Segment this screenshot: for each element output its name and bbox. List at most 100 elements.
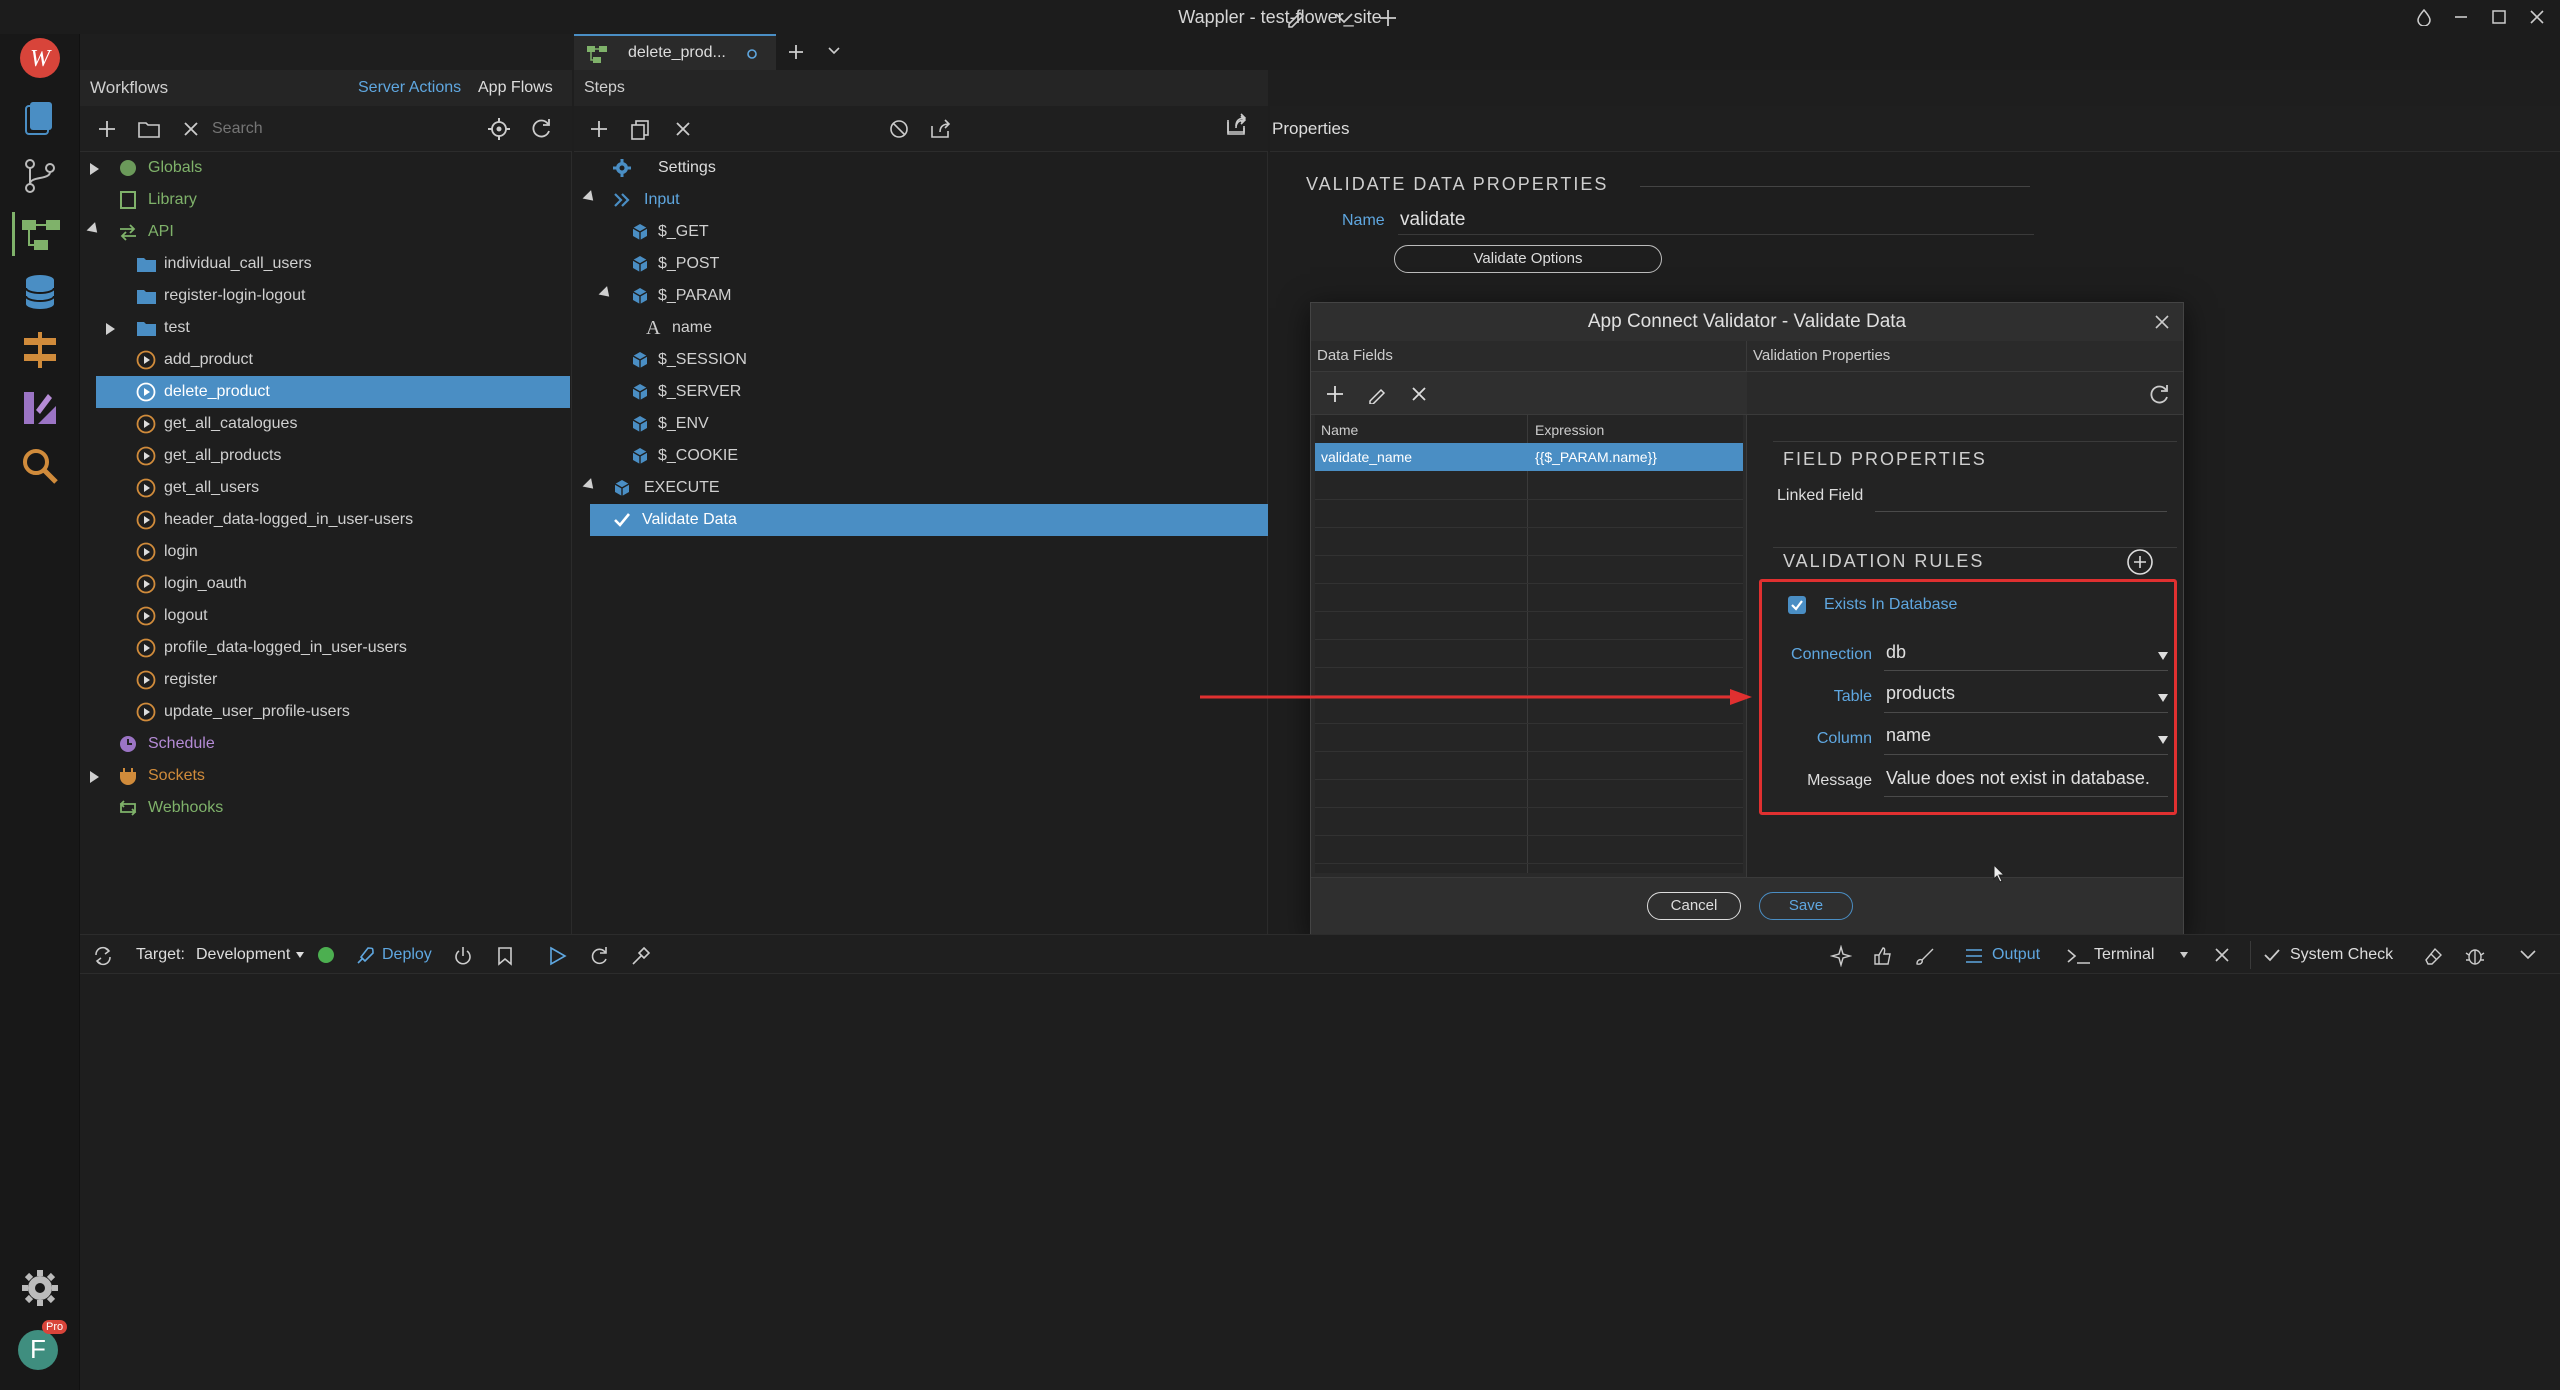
power-icon[interactable]	[452, 945, 474, 967]
edit-icon[interactable]	[1367, 384, 1387, 404]
ai-sparkle-icon[interactable]	[1830, 945, 1852, 967]
tree-item-folder[interactable]: register-login-logout	[80, 280, 572, 312]
close-icon[interactable]	[2153, 313, 2171, 331]
step-input[interactable]: Input	[574, 184, 1268, 216]
routing-icon[interactable]	[18, 328, 62, 372]
export-icon[interactable]	[926, 114, 956, 144]
step-get[interactable]: $_GET	[574, 216, 1268, 248]
step-session[interactable]: $_SESSION	[574, 344, 1268, 376]
search-icon[interactable]	[18, 444, 62, 488]
chevron-down-icon[interactable]	[1334, 10, 1354, 26]
design-icon[interactable]	[18, 386, 62, 430]
tree-item-action[interactable]: register	[80, 664, 572, 696]
connection-select[interactable]: db	[1886, 642, 1906, 663]
row-name-cell[interactable]: validate_name	[1317, 443, 1523, 471]
list-icon[interactable]	[1964, 947, 1984, 965]
add-icon[interactable]	[1378, 8, 1398, 28]
save-button[interactable]: Save	[1759, 892, 1853, 920]
refresh-icon[interactable]	[2147, 382, 2171, 406]
check-icon[interactable]	[2262, 945, 2282, 965]
dropdown-caret-icon[interactable]	[2180, 952, 2188, 958]
step-param-name[interactable]: Aname	[574, 312, 1268, 344]
tree-item-folder[interactable]: test	[80, 312, 572, 344]
delete-field-icon[interactable]	[1409, 384, 1429, 404]
tree-item-action[interactable]: get_all_products	[80, 440, 572, 472]
chevron-down-icon[interactable]	[2518, 947, 2538, 963]
sync-icon[interactable]	[92, 945, 114, 967]
dropdown-caret-icon[interactable]	[2158, 736, 2168, 744]
eraser-icon[interactable]	[2422, 945, 2444, 967]
dropdown-caret-icon[interactable]	[296, 952, 304, 958]
step-param[interactable]: $_PARAM	[574, 280, 1268, 312]
name-field[interactable]: validate	[1400, 209, 1466, 231]
new-folder-icon[interactable]	[134, 114, 164, 144]
target-select[interactable]: Development	[196, 935, 290, 975]
column-select[interactable]: name	[1886, 725, 1931, 746]
tree-item-folder[interactable]: individual_call_users	[80, 248, 572, 280]
tools-icon[interactable]	[630, 945, 652, 967]
tree-item-sockets[interactable]: Sockets	[80, 760, 572, 792]
step-env[interactable]: $_ENV	[574, 408, 1268, 440]
bug-icon[interactable]	[2464, 945, 2486, 967]
drop-icon[interactable]	[2416, 8, 2432, 26]
output-tab[interactable]: Output	[1992, 935, 2040, 975]
tree-item-action[interactable]: update_user_profile-users	[80, 696, 572, 728]
search-input[interactable]	[212, 114, 412, 144]
tab-app-flows[interactable]: App Flows	[478, 70, 553, 106]
thumbs-up-icon[interactable]	[1872, 945, 1894, 967]
dropdown-caret-icon[interactable]	[2158, 694, 2168, 702]
chevron-down-icon[interactable]	[826, 44, 842, 58]
tree-item-action-selected[interactable]: delete_product	[96, 376, 570, 408]
rule-name-label[interactable]: Exists In Database	[1824, 596, 1957, 614]
tree-item-action[interactable]: login_oauth	[80, 568, 572, 600]
tree-item-action[interactable]: login	[80, 536, 572, 568]
close-panel-icon[interactable]	[2212, 945, 2232, 965]
tree-item-action[interactable]: get_all_users	[80, 472, 572, 504]
wappler-logo[interactable]: W	[16, 34, 64, 82]
tree-item-api[interactable]: API	[80, 216, 572, 248]
delete-icon[interactable]	[176, 114, 206, 144]
rule-checkbox[interactable]	[1788, 596, 1806, 614]
settings-gear-icon[interactable]	[18, 1266, 62, 1310]
tree-item-action[interactable]: add_product	[80, 344, 572, 376]
maximize-icon[interactable]	[2490, 8, 2508, 26]
unsaved-dot-icon[interactable]	[746, 48, 758, 60]
tab-server-actions[interactable]: Server Actions	[358, 70, 461, 106]
table-row[interactable]: validate_name {{$_PARAM.name}}	[1315, 443, 1743, 471]
cancel-button[interactable]: Cancel	[1647, 892, 1741, 920]
brush-icon[interactable]	[1914, 945, 1936, 967]
refresh-icon[interactable]	[526, 114, 556, 144]
step-settings[interactable]: Settings	[574, 152, 1268, 184]
database-icon[interactable]	[18, 270, 62, 314]
disable-icon[interactable]	[884, 114, 914, 144]
editor-tab[interactable]: delete_prod...	[574, 34, 776, 70]
terminal-tab[interactable]: Terminal	[2094, 935, 2154, 975]
restart-icon[interactable]	[588, 945, 610, 967]
play-icon[interactable]	[546, 945, 568, 967]
copy-icon[interactable]	[626, 114, 656, 144]
column-header-expression[interactable]: Expression	[1531, 417, 1604, 443]
tree-item-schedule[interactable]: Schedule	[80, 728, 572, 760]
dropdown-caret-icon[interactable]	[2158, 652, 2168, 660]
tree-item-action[interactable]: header_data-logged_in_user-users	[80, 504, 572, 536]
column-header-name[interactable]: Name	[1317, 417, 1358, 443]
validate-options-button[interactable]: Validate Options	[1394, 245, 1662, 273]
git-icon[interactable]	[18, 154, 62, 198]
workflows-icon[interactable]	[12, 212, 66, 256]
gear-icon[interactable]	[484, 114, 514, 144]
add-icon[interactable]	[92, 114, 122, 144]
pages-icon[interactable]	[18, 96, 62, 140]
terminal-icon[interactable]	[2066, 947, 2092, 965]
message-input[interactable]: Value does not exist in database.	[1886, 768, 2150, 789]
row-expression-cell[interactable]: {{$_PARAM.name}}	[1531, 443, 1737, 471]
delete-step-icon[interactable]	[668, 114, 698, 144]
minimize-icon[interactable]	[2452, 8, 2470, 26]
close-window-icon[interactable]	[2528, 8, 2546, 26]
bookmark-icon[interactable]	[494, 945, 516, 967]
step-execute[interactable]: EXECUTE	[574, 472, 1268, 504]
tree-item-action[interactable]: get_all_catalogues	[80, 408, 572, 440]
add-step-icon[interactable]	[584, 114, 614, 144]
tree-item-globals[interactable]: Globals	[80, 152, 572, 184]
tree-item-action[interactable]: profile_data-logged_in_user-users	[80, 632, 572, 664]
deploy-button[interactable]: Deploy	[382, 935, 432, 975]
